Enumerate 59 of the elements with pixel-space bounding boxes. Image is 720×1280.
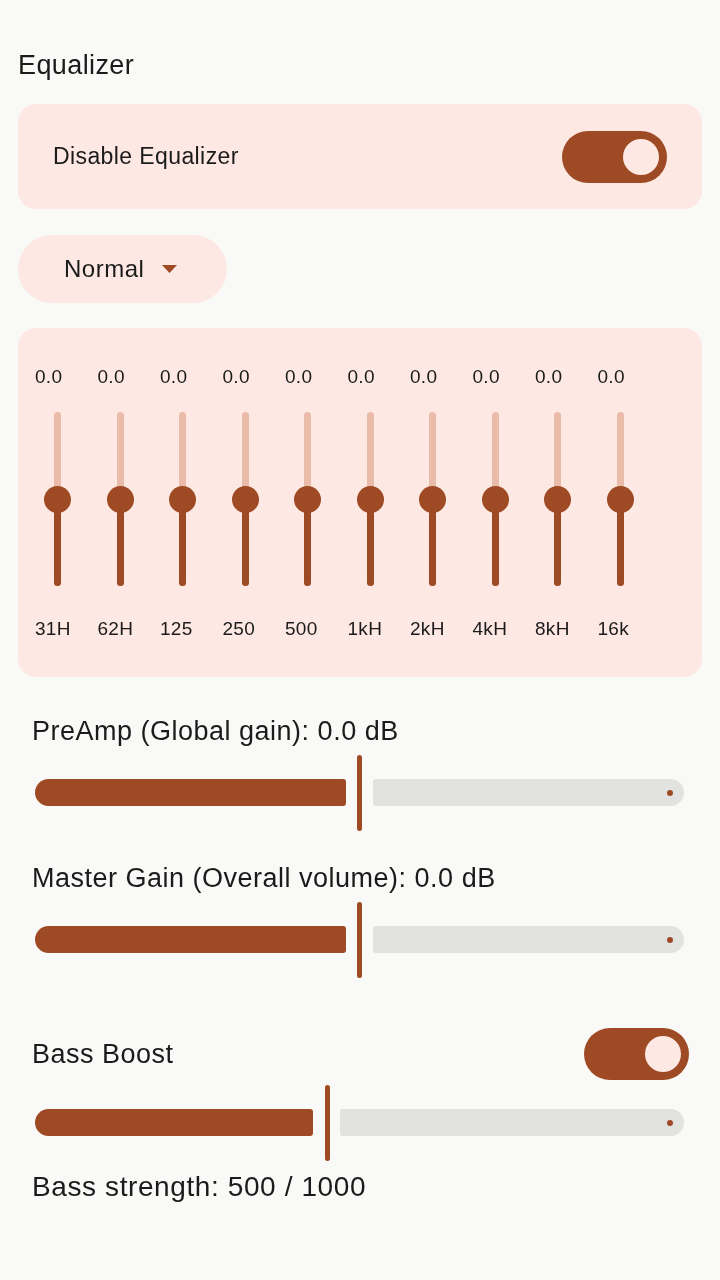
stop-dot-icon — [667, 789, 673, 796]
slider-thumb[interactable] — [357, 902, 362, 978]
band-slider[interactable] — [231, 412, 259, 586]
slider-thumb[interactable] — [606, 485, 634, 513]
slider-thumb[interactable] — [106, 485, 134, 513]
band-slider[interactable] — [169, 412, 196, 586]
band-value: 0.0 — [472, 365, 500, 389]
band-slider[interactable] — [356, 412, 384, 586]
band-value: 0.0 — [160, 365, 188, 389]
caret-down-icon — [162, 265, 178, 273]
slider-thumb[interactable] — [231, 485, 259, 513]
band-value: 0.0 — [35, 365, 63, 389]
band-frequency: 125 — [160, 617, 193, 641]
band-frequency: 16k — [597, 617, 630, 641]
slider-label: PreAmp (Global gain): 0.0 dB — [32, 715, 399, 747]
band-slider[interactable] — [419, 412, 446, 586]
band-slider[interactable] — [606, 412, 634, 586]
band-slider[interactable] — [544, 412, 571, 586]
band-frequency: 31H — [35, 617, 71, 641]
band-frequency: 500 — [285, 617, 318, 641]
slider-thumb[interactable] — [544, 485, 571, 513]
band-value: 0.0 — [597, 365, 625, 389]
band-value: 0.0 — [285, 365, 313, 389]
slider-thumb[interactable] — [324, 1085, 330, 1161]
gain-slider[interactable] — [35, 1085, 684, 1161]
band-slider[interactable] — [106, 412, 134, 586]
slider-thumb[interactable] — [481, 485, 509, 513]
band-slider[interactable] — [44, 412, 71, 586]
band-value: 0.0 — [535, 365, 563, 389]
band-value: 0.0 — [347, 365, 375, 389]
slider-thumb[interactable] — [419, 485, 446, 513]
band-slider[interactable] — [481, 412, 509, 586]
slider-thumb[interactable] — [294, 485, 321, 513]
slider-thumb[interactable] — [357, 755, 362, 831]
bass-boost-label: Bass Boost — [32, 1038, 174, 1070]
slider-thumb[interactable] — [44, 485, 71, 513]
gain-slider[interactable] — [35, 902, 684, 978]
slider-label: Master Gain (Overall volume): 0.0 dB — [32, 862, 496, 894]
stop-dot-icon — [667, 1119, 673, 1126]
page-title: Equalizer — [18, 49, 135, 82]
preset-dropdown[interactable]: Normal — [18, 235, 227, 303]
stop-dot-icon — [667, 936, 673, 943]
band-value: 0.0 — [222, 365, 250, 389]
band-frequency: 250 — [222, 617, 256, 641]
band-frequency: 2kH — [410, 617, 445, 641]
toggle-switch[interactable] — [562, 130, 667, 183]
band-frequency: 1kH — [347, 617, 383, 641]
band-frequency: 4kH — [472, 617, 508, 641]
band-frequency: 8kH — [535, 617, 570, 641]
band-slider[interactable] — [294, 412, 321, 586]
bass-strength-text: Bass strength: 500 / 1000 — [32, 1170, 367, 1204]
toggle-switch[interactable] — [584, 1028, 689, 1080]
toggle-label: Disable Equalizer — [53, 143, 239, 170]
band-value: 0.0 — [410, 365, 438, 389]
gain-slider[interactable] — [35, 755, 684, 831]
slider-thumb[interactable] — [356, 485, 384, 513]
slider-thumb[interactable] — [169, 485, 196, 513]
band-frequency: 62H — [97, 617, 134, 641]
band-value: 0.0 — [97, 365, 125, 389]
